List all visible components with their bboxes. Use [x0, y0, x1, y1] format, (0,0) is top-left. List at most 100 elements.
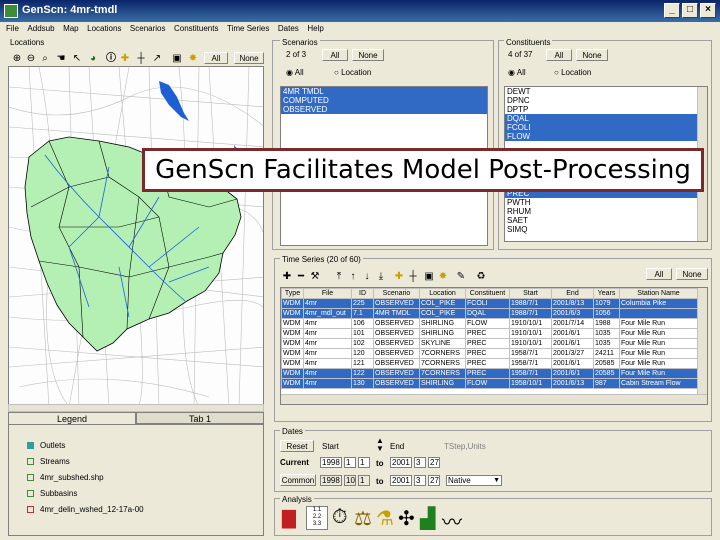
legend-item-subbasins[interactable]: Subbasins [27, 487, 77, 501]
map-horizontal-scrollbar[interactable] [8, 404, 264, 412]
chevron-down-icon[interactable]: ▼ [493, 476, 500, 486]
legend-item-subshed[interactable]: 4mr_subshed.shp [27, 471, 104, 485]
globe-icon[interactable]: ◕ [86, 52, 100, 66]
timeseries-table[interactable]: Type File ID Scenario Location Constituent Sta… [281, 288, 698, 389]
highlight-icon[interactable]: ✸ [186, 52, 200, 66]
crosshair-icon[interactable]: ┼ [134, 52, 148, 66]
table-row[interactable]: WDM 4mr 122 OBSERVED 7CORNERS PREC 1958/7/1 200… [281, 368, 698, 379]
list-item[interactable]: DEWT [505, 87, 707, 96]
list-item[interactable]: FLOW [505, 132, 707, 141]
dates-common-button[interactable]: Common [280, 474, 316, 486]
current-start-month[interactable]: 1 [344, 457, 356, 468]
current-end-month[interactable]: 3 [414, 457, 426, 468]
column-header[interactable]: Station Name [619, 288, 698, 299]
constituents-radio-location[interactable]: ○ Location [554, 68, 591, 77]
checkbox-icon[interactable] [27, 490, 34, 498]
column-header[interactable]: ID [351, 288, 374, 299]
menu-locations[interactable]: Locations [87, 22, 121, 36]
close-button[interactable]: × [700, 3, 716, 18]
scenarios-radio-all[interactable]: ◉ All [286, 68, 304, 77]
zoom-extent-icon[interactable]: ⌕ [38, 52, 52, 66]
locations-none-button[interactable]: None [234, 52, 264, 64]
menu-constituents[interactable]: Constituents [174, 22, 218, 36]
timeseries-none-button[interactable]: None [676, 268, 708, 280]
menu-scenarios[interactable]: Scenarios [130, 22, 166, 36]
highlight-icon[interactable]: ✸ [436, 270, 450, 284]
legend-item-outlets[interactable]: Outlets [27, 439, 65, 453]
checkbox-icon[interactable] [27, 442, 34, 450]
table-row[interactable]: WDM 4mr 106 OBSERVED SHIRLING FLOW 1910/10/1 20… [281, 318, 698, 329]
constituents-all-button[interactable]: All [546, 49, 572, 61]
zoom-in-icon[interactable]: ⊕ [10, 52, 24, 66]
column-header[interactable]: Constituent [465, 288, 510, 299]
list-item[interactable]: RHUM [505, 207, 707, 216]
legend-item-streams[interactable]: Streams [27, 455, 70, 469]
table-row[interactable]: WDM 4mr 121 OBSERVED 7CORNERS PREC 1958/7/1 200… [281, 358, 698, 369]
move-bottom-icon[interactable]: ⤓ [374, 270, 388, 284]
list-item[interactable]: SAET [505, 216, 707, 225]
list-table-icon[interactable]: 1.1 2.2 3.3 [306, 506, 328, 530]
move-top-icon[interactable]: ⤒ [332, 270, 346, 284]
scatter-icon[interactable]: ✣ [398, 506, 415, 531]
common-end-day[interactable]: 27 [428, 475, 440, 486]
common-end-year[interactable]: 2001 [390, 475, 412, 486]
crosshair-icon[interactable]: ┼ [406, 270, 420, 284]
tstep-units-select[interactable]: Native ▼ [446, 475, 502, 486]
compare-icon[interactable]: ⚗ [376, 506, 394, 531]
locations-all-button[interactable]: All [204, 52, 228, 64]
trash-icon[interactable]: ♻ [474, 270, 488, 284]
map-canvas[interactable] [9, 67, 264, 406]
table-row[interactable]: WDM 4mr 102 OBSERVED SKYLINE PREC 1910/10/1 200… [281, 338, 698, 349]
zoom-out-icon[interactable]: ⊖ [24, 52, 38, 66]
maximize-button[interactable]: □ [682, 3, 698, 18]
list-item[interactable]: DPTP [505, 105, 707, 114]
current-start-year[interactable]: 1998 [320, 457, 342, 468]
list-item[interactable]: DQAL [505, 114, 707, 123]
tools-icon[interactable]: ⚒ [308, 270, 322, 284]
table-row[interactable]: WDM 4mr_mdl_out 7.1 4MR TMDL COL_PIKE DQAL 198… [281, 308, 698, 319]
tab-1[interactable]: Tab 1 [136, 412, 264, 424]
current-start-day[interactable]: 1 [358, 457, 370, 468]
list-item[interactable]: SIMQ [505, 225, 707, 234]
table-row[interactable]: WDM 4mr 225 OBSERVED COL_PIKE FCOLI 1988/7/1 20… [281, 298, 698, 309]
checkbox-icon[interactable] [27, 506, 34, 514]
frequency-icon[interactable]: ▟ [420, 506, 435, 531]
timeseries-all-button[interactable]: All [646, 268, 672, 280]
scenarios-radio-location[interactable]: ○ Location [334, 68, 371, 77]
legend-item-delin-wshed[interactable]: 4mr_delin_wshed_12-17a-00 [27, 503, 144, 517]
scenarios-none-button[interactable]: None [352, 49, 384, 61]
column-header[interactable]: Type [281, 288, 304, 299]
spin-down-icon[interactable]: ▼ [376, 444, 384, 453]
table-row[interactable]: WDM 4mr 120 OBSERVED 7CORNERS PREC 1958/7/1 200… [281, 348, 698, 359]
menu-time-series[interactable]: Time Series [227, 22, 269, 36]
list-item[interactable]: 4MR TMDL [281, 87, 487, 96]
table-row[interactable]: WDM 4mr 101 OBSERVED SHIRLING PREC 1910/10/1 20… [281, 328, 698, 339]
list-item[interactable]: DPNC [505, 96, 707, 105]
timeseries-horizontal-scrollbar[interactable] [281, 394, 707, 404]
select-icon[interactable]: ↗ [150, 52, 164, 66]
minimize-button[interactable]: _ [664, 3, 680, 18]
scenarios-all-button[interactable]: All [322, 49, 348, 61]
menu-addsub[interactable]: Addsub [27, 22, 54, 36]
add-point-icon[interactable]: ✚ [118, 52, 132, 66]
current-end-day[interactable]: 27 [428, 457, 440, 468]
column-header[interactable]: Scenario [373, 288, 420, 299]
stopwatch-icon[interactable]: ⏱ [332, 506, 348, 529]
move-up-icon[interactable]: ↑ [346, 270, 360, 284]
save-icon[interactable]: ▣ [422, 270, 436, 284]
pan-hand-icon[interactable]: ☚ [54, 52, 68, 66]
trend-line-icon[interactable]: 〰 [442, 506, 462, 535]
column-header[interactable]: Years [593, 288, 620, 299]
column-header[interactable]: File [303, 288, 352, 299]
list-item[interactable]: PWTH [505, 198, 707, 207]
common-end-month[interactable]: 3 [414, 475, 426, 486]
menu-file[interactable]: File [6, 22, 19, 36]
dates-reset-button[interactable]: Reset [280, 440, 314, 452]
table-row[interactable]: WDM 4mr 130 OBSERVED SHIRLING FLOW 1958/10/1 20… [281, 378, 698, 389]
save-icon[interactable]: ▣ [170, 52, 184, 66]
list-item[interactable]: FCOLI [505, 123, 707, 132]
pointer-icon[interactable]: ↖ [70, 52, 84, 66]
column-header[interactable]: Location [419, 288, 466, 299]
timeseries-vertical-scrollbar[interactable] [697, 288, 707, 394]
menu-help[interactable]: Help [307, 22, 323, 36]
